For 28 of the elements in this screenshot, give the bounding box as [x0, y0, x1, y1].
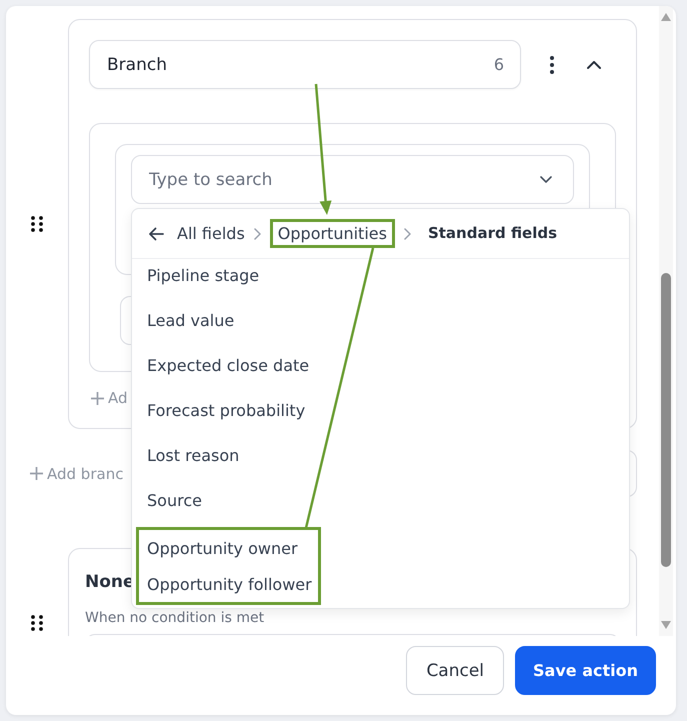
drag-handle-icon[interactable]: [31, 216, 43, 232]
breadcrumb-link[interactable]: Opportunities: [278, 224, 387, 243]
scrollbar-thumb[interactable]: [661, 273, 671, 567]
dropdown-item[interactable]: Opportunity owner: [139, 530, 318, 566]
dropdown-item[interactable]: Lost reason: [132, 433, 629, 478]
scrollbar[interactable]: [659, 6, 673, 636]
dropdown-item[interactable]: Forecast probability: [132, 388, 629, 433]
dropdown-item[interactable]: Pipeline stage: [132, 259, 629, 298]
dropdown-item[interactable]: Source: [132, 478, 629, 523]
chevron-up-icon[interactable]: [587, 60, 601, 68]
dropdown-item[interactable]: Lead value: [132, 298, 629, 343]
chevron-down-icon: [540, 176, 552, 183]
chevron-right-icon: [254, 228, 261, 240]
search-field[interactable]: Type to search: [131, 155, 574, 204]
breadcrumb-current: Standard fields: [428, 224, 558, 243]
branch-description: When no condition is met: [85, 610, 264, 627]
plus-icon: [30, 467, 43, 480]
character-count: 6: [494, 55, 504, 74]
dropdown-item[interactable]: Opportunity follower: [139, 566, 318, 602]
drag-handle-icon[interactable]: [31, 615, 43, 631]
save-button[interactable]: Save action: [515, 646, 656, 695]
more-options-icon[interactable]: [550, 56, 554, 74]
chevron-right-icon: [404, 228, 411, 240]
dropdown-item[interactable]: Expected close date: [132, 343, 629, 388]
plus-icon: [91, 392, 104, 404]
cancel-button[interactable]: Cancel: [406, 646, 504, 695]
back-arrow-icon[interactable]: [148, 226, 164, 240]
breadcrumb-link[interactable]: All fields: [177, 224, 245, 243]
